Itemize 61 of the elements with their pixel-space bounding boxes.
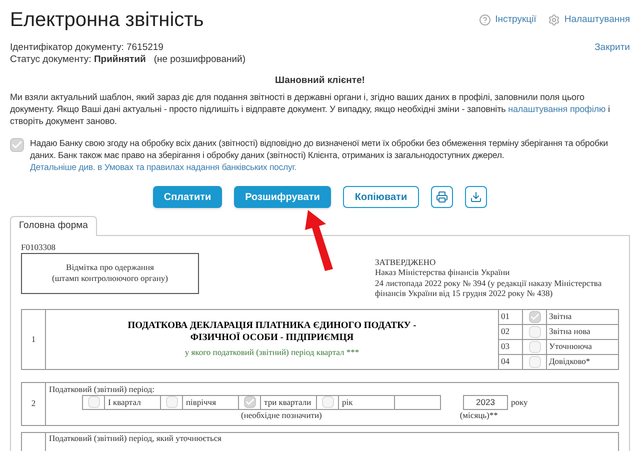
month-note: (місяць)** <box>460 410 498 420</box>
notice-text: Ми взяли актуальний шаблон, який зараз діє для подання звітності в державні органи і, згідно ваших даних в профілі, заповнили поля цього документу. Якщо Ваші дані актуальні - просто підлишіть і відправте документ. У випадку, якщо необхідні зміни - заповніть налаштування профілю і створіть документ заново. <box>9 91 611 128</box>
type-label: Звітна <box>548 310 572 324</box>
type-code: 03 <box>499 340 523 354</box>
period-label: Податковий (звітний) період: <box>49 384 156 394</box>
document-status: Статус документу: Прийнятий (не розшифрований) <box>10 54 246 66</box>
checkbox[interactable] <box>322 396 334 408</box>
row-number: 1 <box>22 310 46 368</box>
check-icon <box>530 312 540 322</box>
action-button[interactable]: Сплатити <box>152 186 222 208</box>
period-option: рік <box>339 396 395 408</box>
action-button[interactable]: Розшифрувати <box>234 186 331 208</box>
period-option: три квартали <box>261 396 317 408</box>
profile-link[interactable]: налаштування профілю <box>508 104 606 114</box>
settings-icon <box>548 14 560 26</box>
checkbox[interactable] <box>88 396 100 408</box>
period-option: I квартал <box>105 396 161 408</box>
year-field[interactable]: 2023 <box>463 394 508 410</box>
type-code: 04 <box>499 354 523 368</box>
page-title: Електронна звітність <box>10 8 204 32</box>
check-icon <box>244 397 254 407</box>
form-code: F0103308 <box>21 242 56 252</box>
period-label: Податковий (звітний) період, який уточнюється <box>48 432 222 445</box>
checkbox[interactable] <box>528 326 540 338</box>
help-icon <box>479 14 492 26</box>
stamp-text: Відмітка про одержання <box>66 262 154 273</box>
print-button[interactable] <box>431 186 454 208</box>
download-button[interactable] <box>465 186 488 208</box>
close-link[interactable]: Закрити <box>594 42 630 54</box>
arrow-drawing <box>304 210 334 272</box>
document-id: Ідентифікатор документу: 7615219 <box>10 42 164 54</box>
checkbox[interactable] <box>166 396 178 408</box>
form-tab[interactable]: Головна форма <box>10 216 97 236</box>
checkbox[interactable] <box>10 138 24 152</box>
action-button[interactable]: Копіювати <box>342 186 420 208</box>
checkbox[interactable] <box>528 356 540 368</box>
period-note: (необхідне позначити) <box>241 410 322 420</box>
type-label: Уточнююча <box>548 340 592 354</box>
type-label: Звітна нова <box>548 325 590 338</box>
checkbox[interactable] <box>528 340 540 352</box>
row-number: 2 <box>22 382 46 424</box>
terms-link[interactable]: Детальніше див. в Умовах та правилах надання банківських послуг. <box>30 162 297 172</box>
year-suffix: року <box>511 396 528 408</box>
approval-text: ЗАТВЕРДЖЕНО <box>375 256 437 267</box>
approval-text: Наказ Міністерства фінансів України <box>375 267 511 278</box>
checkbox[interactable] <box>244 396 256 408</box>
consent-text: Надаю Банку свою згоду на обробку всіх даних (звітності) відповідно до визначеної мети їх обробки без обмеження терміну зберігання та обробки даних. Банк також має право на зберігання і обробку даних (звітності) Клієнта, отриманих із загальнодоступних джерел. Детальніше див. в Умовах та правилах надання банківських послуг. <box>30 137 609 174</box>
type-code: 02 <box>499 324 523 338</box>
type-label: Довідково* <box>548 355 590 368</box>
type-code: 01 <box>499 310 523 324</box>
download-icon <box>470 191 482 204</box>
declaration-title: ПОДАТКОВА ДЕКЛАРАЦІЯ ПЛАТНИКА ЄДИНОГО ПОДАТКУ - ФІЗИЧНОЇ ОСОБИ - ПІДПРИЄМЦЯ <box>126 320 418 344</box>
notice-title: Шановний клієнте! <box>274 74 366 88</box>
header-link[interactable]: Інструкції <box>479 12 536 28</box>
period-option: півріччя <box>183 396 239 408</box>
approval-text: 24 листопада 2022 року № 394 (у редакції наказу Міністерства фінансів України від 15 грудня 2022 року № 438) <box>375 278 603 298</box>
header-link[interactable]: Налаштування <box>548 12 630 28</box>
declaration-subtitle: у якого податковий (звітний) період квартал *** <box>184 346 360 358</box>
checkbox[interactable] <box>528 310 540 322</box>
stamp-text: (штамп контролюючого органу) <box>52 273 168 284</box>
printer-icon <box>436 191 448 204</box>
